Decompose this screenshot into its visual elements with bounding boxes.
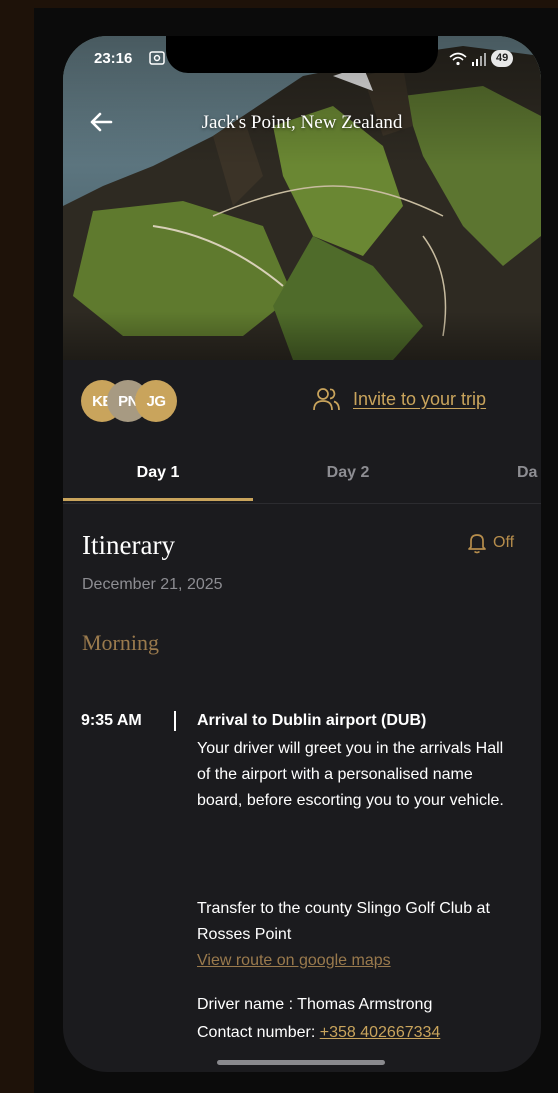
- signal-icon: [472, 52, 486, 66]
- hero-image: [63, 36, 541, 360]
- notification-state: Off: [493, 534, 515, 551]
- time-divider: [174, 711, 176, 731]
- traveler-avatars[interactable]: KE PN JG: [81, 380, 191, 424]
- contact-number-link[interactable]: +358 402667334: [320, 1024, 441, 1041]
- home-indicator[interactable]: [217, 1060, 385, 1065]
- section-heading-morning: Morning: [82, 630, 159, 655]
- battery-badge: 49: [491, 50, 514, 67]
- bell-icon: [468, 534, 486, 554]
- screenshot-icon: [149, 51, 165, 65]
- notification-toggle[interactable]: Off: [467, 532, 514, 554]
- avatar: JG: [135, 380, 177, 422]
- tab-day-3[interactable]: Da: [443, 464, 541, 482]
- itinerary-date: December 21, 2025: [82, 576, 223, 593]
- entry-time: 9:35 AM: [81, 712, 142, 729]
- golf-course-photo: [63, 36, 541, 360]
- driver-name: Driver name : Thomas Armstrong: [197, 996, 433, 1013]
- contact-label: Contact number:: [197, 1024, 320, 1041]
- avatar-initials: JG: [146, 392, 166, 410]
- contact-row: Contact number: +358 402667334: [197, 1024, 440, 1042]
- entry-description: Your driver will greet you in the arriva…: [197, 740, 504, 809]
- status-time: 23:16: [94, 50, 133, 67]
- entry-transfer: Transfer to the county Slingo Golf Club …: [197, 900, 490, 943]
- people-icon: [313, 388, 340, 411]
- status-indicators: 49: [449, 50, 514, 67]
- active-tab-indicator: [63, 498, 253, 501]
- view-route-link[interactable]: View route on google maps: [197, 952, 391, 970]
- phone-screen: 23:16 49 Jack's Point, New Zealand KE PN…: [63, 36, 541, 1072]
- invite-button[interactable]: Invite to your trip: [313, 386, 486, 412]
- camera-notch: [166, 36, 438, 73]
- tab-day-1[interactable]: Day 1: [63, 464, 253, 482]
- day-tabs: Day 1 Day 2 Da: [63, 448, 541, 504]
- entry-title: Arrival to Dublin airport (DUB): [197, 712, 427, 729]
- wifi-icon: [449, 52, 467, 65]
- itinerary-heading: Itinerary: [82, 530, 175, 560]
- page-title: Jack's Point, New Zealand: [201, 112, 403, 133]
- invite-label: Invite to your trip: [353, 388, 487, 409]
- tab-day-2[interactable]: Day 2: [253, 464, 443, 482]
